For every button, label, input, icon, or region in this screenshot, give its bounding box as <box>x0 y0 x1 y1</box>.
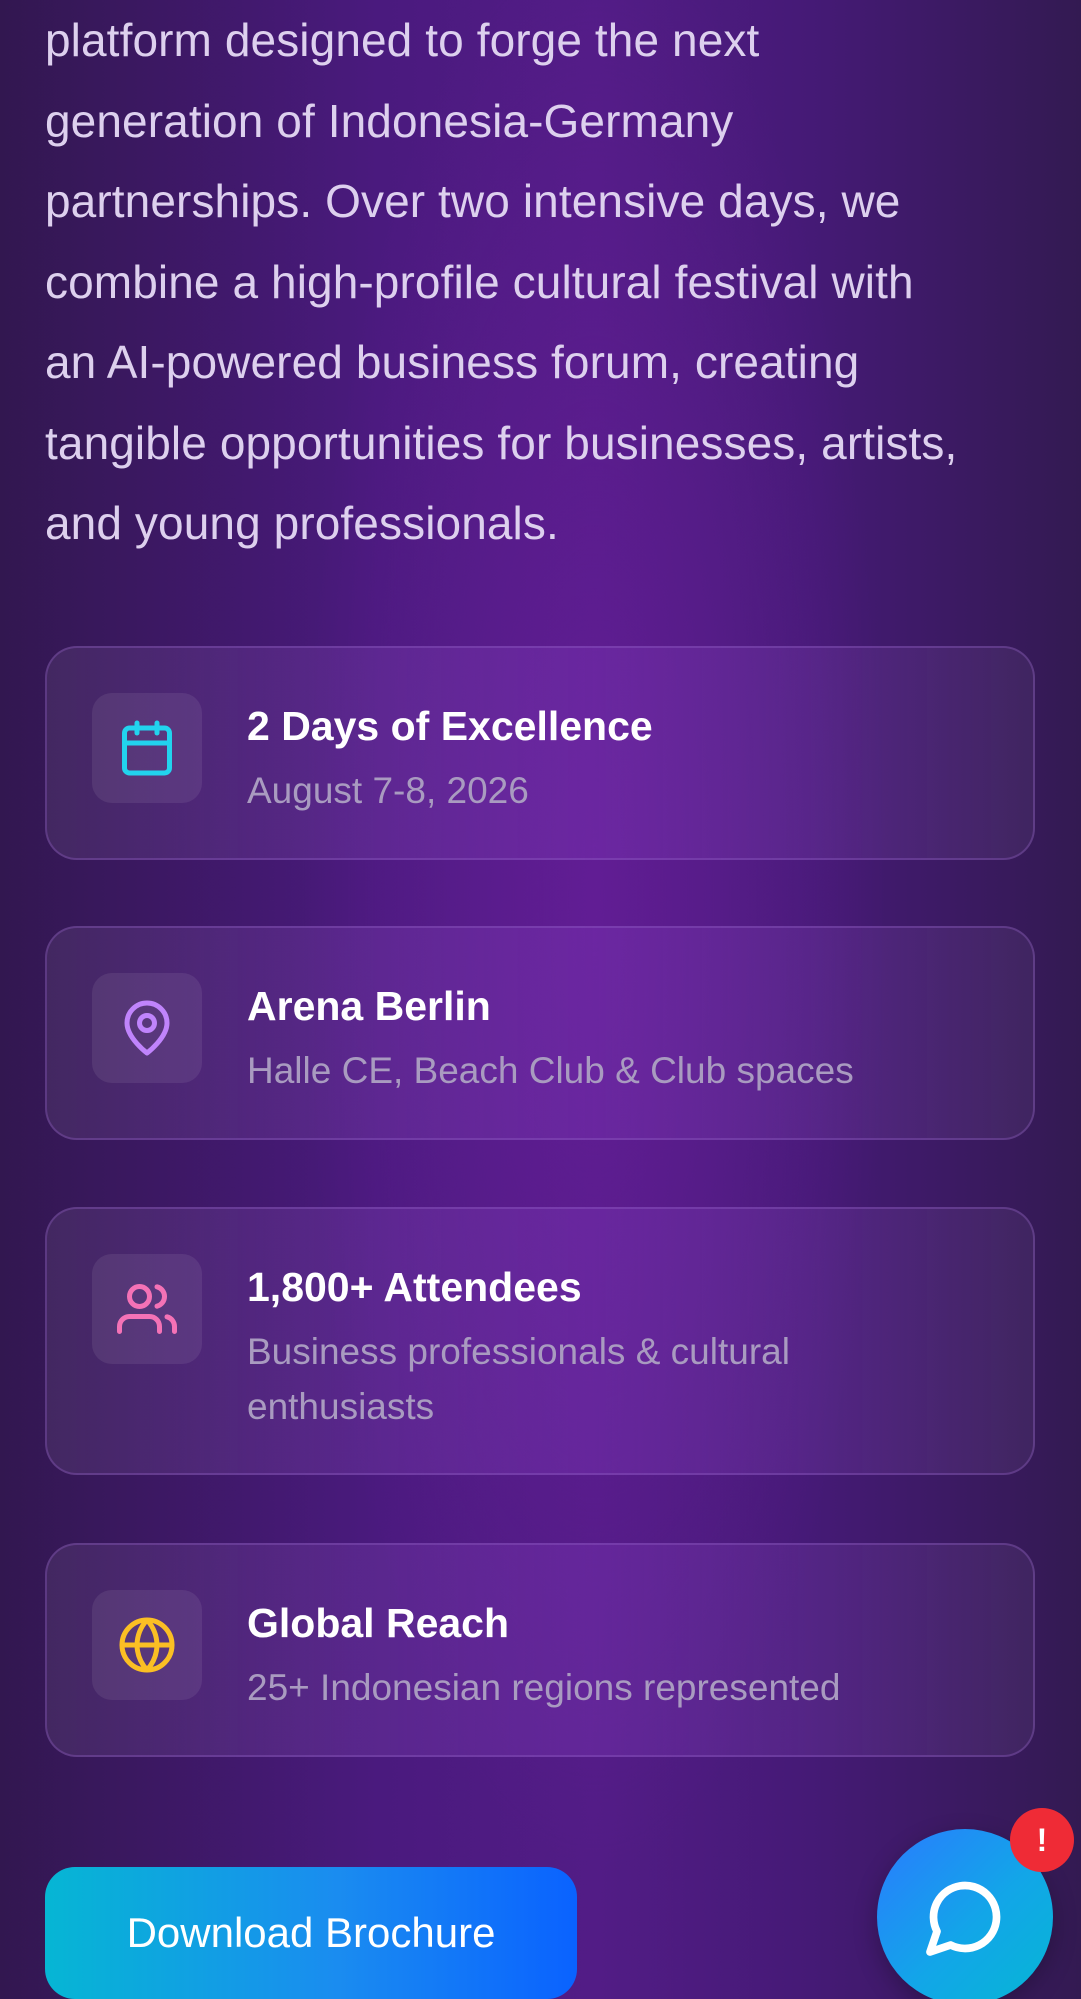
intro-line: combine a high-profile cultural festival… <box>45 255 914 308</box>
feature-card-reach: Global Reach 25+ Indonesian regions repr… <box>45 1543 1035 1757</box>
feature-subtitle: Halle CE, Beach Club & Club spaces <box>247 1043 947 1098</box>
notification-badge: ! <box>1010 1808 1074 1872</box>
feature-title: 2 Days of Excellence <box>247 703 653 749</box>
feature-title: Global Reach <box>247 1600 510 1646</box>
feature-card-attendees: 1,800+ Attendees Business professionals … <box>45 1207 1035 1475</box>
feature-card-venue: Arena Berlin Halle CE, Beach Club & Club… <box>45 926 1035 1140</box>
intro-paragraph: platform designed to forge the next gene… <box>45 0 1045 564</box>
intro-line: tangible opportunities for businesses, a… <box>45 416 958 469</box>
download-brochure-button[interactable]: Download Brochure <box>45 1867 577 1999</box>
intro-line: generation of Indonesia-Germany <box>45 94 734 147</box>
intro-line: platform designed to forge the next <box>45 14 760 66</box>
icon-box <box>92 693 202 803</box>
map-pin-icon <box>124 1000 170 1056</box>
intro-line: and young professionals. <box>45 497 559 549</box>
icon-box <box>92 1590 202 1700</box>
intro-line: an AI-powered business forum, creating <box>45 336 860 388</box>
feature-subtitle: 25+ Indonesian regions represented <box>247 1660 947 1715</box>
feature-subtitle: August 7-8, 2026 <box>247 763 947 818</box>
icon-box <box>92 973 202 1083</box>
feature-card-dates: 2 Days of Excellence August 7-8, 2026 <box>45 646 1035 860</box>
chat-bubble-icon <box>926 1881 1001 1956</box>
globe-icon <box>119 1617 175 1673</box>
feature-subtitle-line: Business professionals & cultural <box>247 1331 790 1372</box>
feature-subtitle: Business professionals & cultural enthus… <box>247 1324 947 1434</box>
calendar-icon <box>122 720 172 776</box>
feature-subtitle-line: August 7-8, 2026 <box>247 770 529 811</box>
feature-subtitle-line: Halle CE, Beach Club & Club spaces <box>247 1050 854 1091</box>
feature-subtitle-line: enthusiasts <box>247 1386 435 1427</box>
feature-title: 1,800+ Attendees <box>247 1264 582 1310</box>
users-icon <box>117 1284 177 1334</box>
feature-subtitle-line: 25+ Indonesian regions represented <box>247 1667 841 1708</box>
icon-box <box>92 1254 202 1364</box>
feature-title: Arena Berlin <box>247 983 491 1029</box>
intro-line: partnerships. Over two intensive days, w… <box>45 175 901 227</box>
